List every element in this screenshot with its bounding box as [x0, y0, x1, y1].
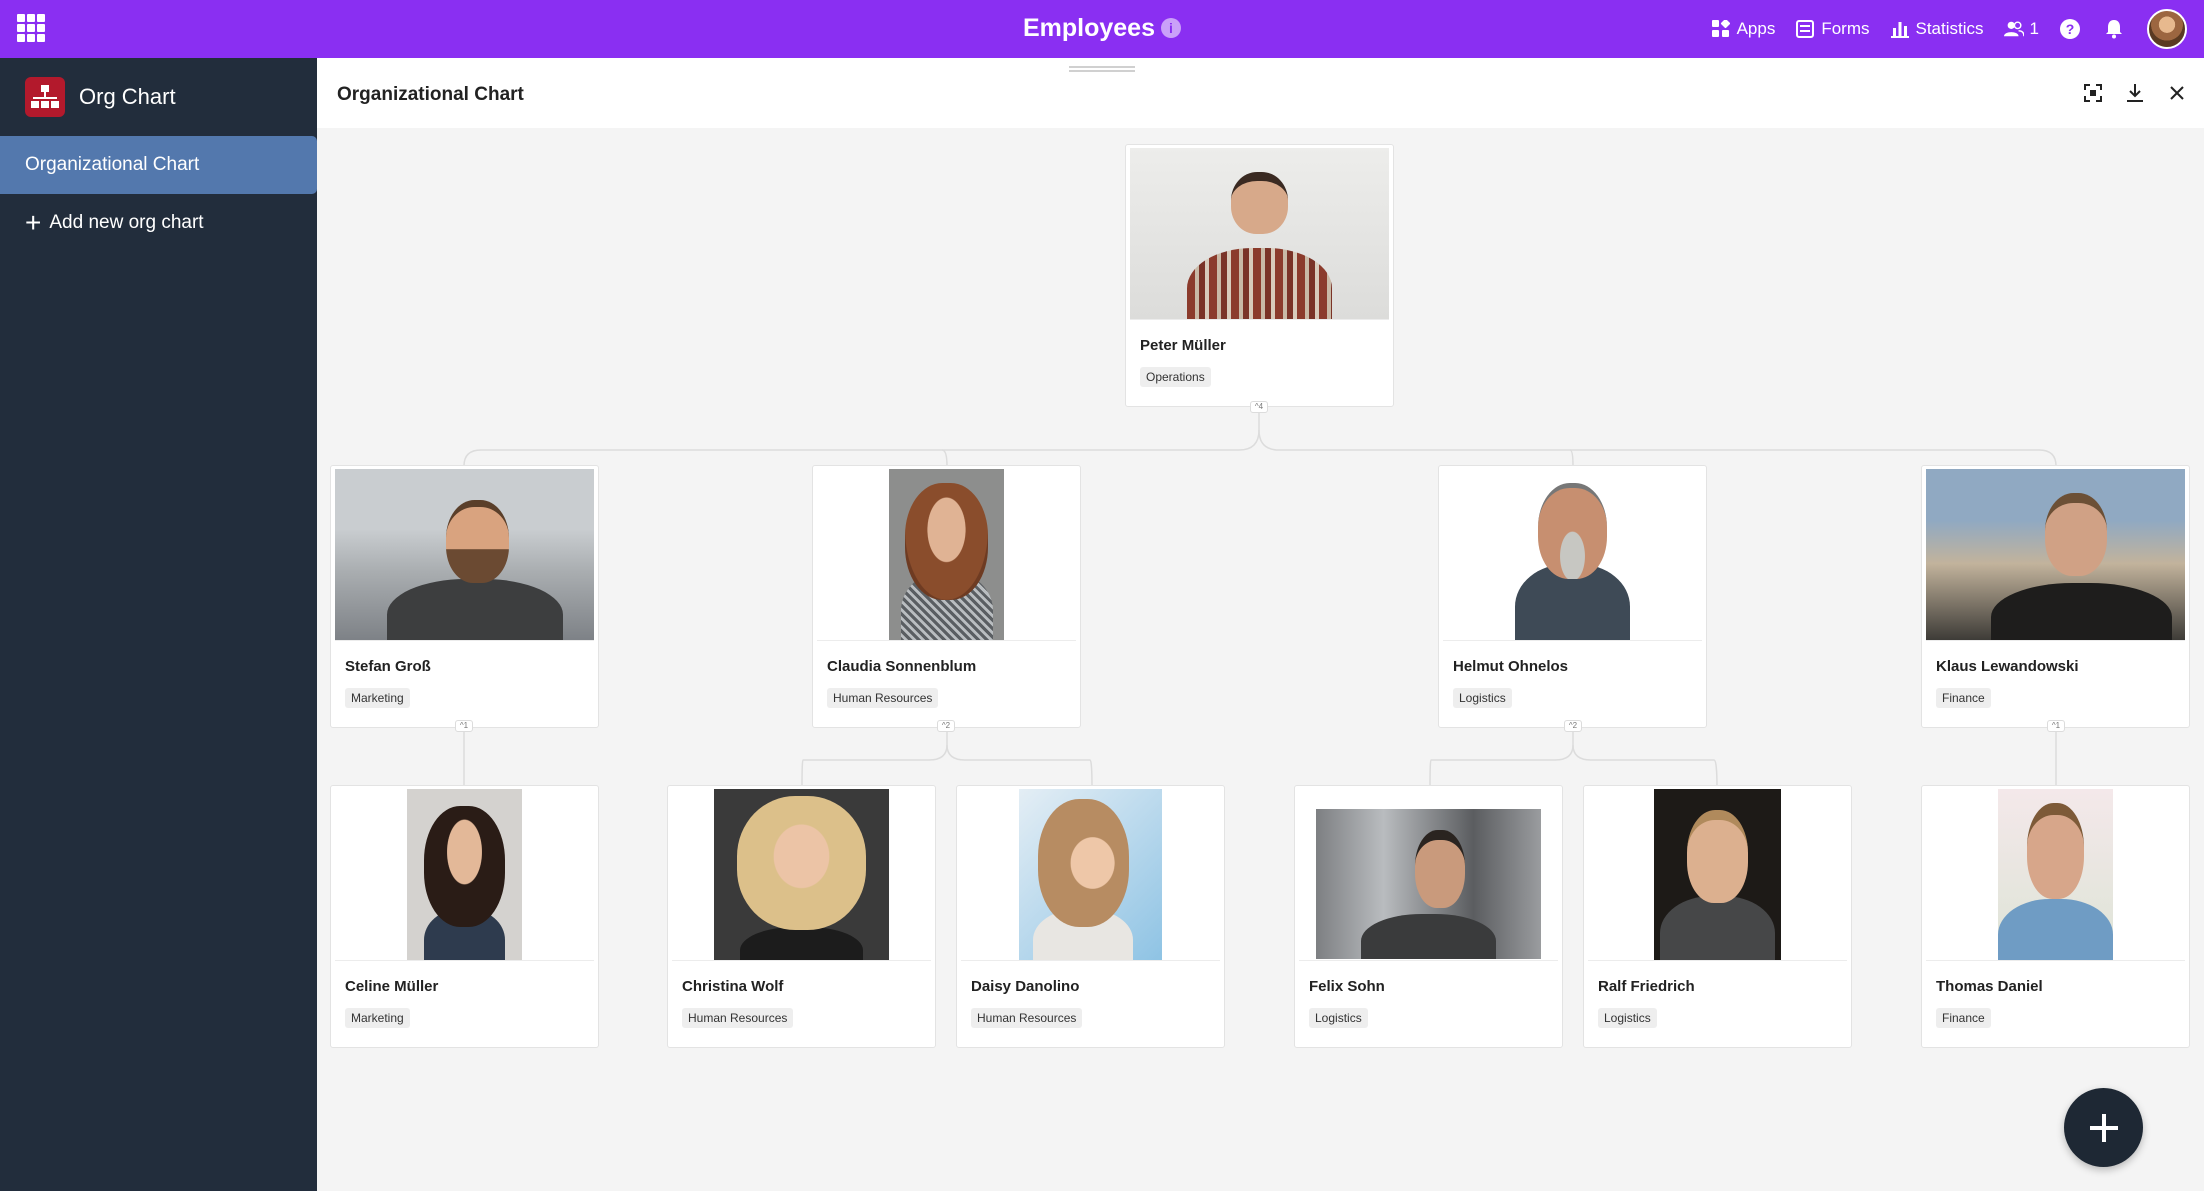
employee-name: Stefan Groß: [345, 658, 431, 675]
add-node-button[interactable]: [2064, 1088, 2143, 1167]
header-actions: [2082, 82, 2188, 104]
page-title: Organizational Chart: [337, 84, 524, 105]
children-count: ^2: [1568, 721, 1578, 730]
org-card[interactable]: Klaus Lewandowski Finance: [1921, 465, 2190, 728]
org-chart-logo-icon: [25, 77, 65, 117]
org-card[interactable]: Celine Müller Marketing: [330, 785, 599, 1048]
forms-icon: [1795, 19, 1815, 39]
sidebar-title: Org Chart: [79, 84, 176, 109]
employee-photo: [1130, 148, 1389, 320]
org-card[interactable]: Ralf Friedrich Logistics: [1583, 785, 1852, 1048]
main-header: Organizational Chart: [317, 58, 2204, 128]
apps-link[interactable]: Apps: [1711, 19, 1776, 39]
employee-name: Thomas Daniel: [1936, 978, 2043, 995]
apps-icon: [1711, 19, 1731, 39]
employee-name: Ralf Friedrich: [1598, 978, 1695, 995]
employee-name: Klaus Lewandowski: [1936, 658, 2079, 675]
employee-name: Christina Wolf: [682, 978, 784, 995]
users-icon: [2003, 19, 2024, 39]
employee-photo: [672, 789, 931, 961]
org-card[interactable]: Christina Wolf Human Resources: [667, 785, 936, 1048]
fit-to-screen-icon[interactable]: [2082, 82, 2104, 104]
org-card[interactable]: Felix Sohn Logistics: [1294, 785, 1563, 1048]
children-count: ^1: [2051, 721, 2061, 730]
department-badge: Logistics: [1309, 1008, 1368, 1028]
employee-photo: [1299, 789, 1558, 961]
employee-photo: [1443, 469, 1702, 641]
plus-icon: +: [25, 207, 42, 238]
org-card-root[interactable]: Peter Müller Operations: [1125, 144, 1394, 407]
users-link[interactable]: 1: [2003, 19, 2039, 39]
employee-name: Peter Müller: [1140, 337, 1226, 354]
children-count: ^2: [941, 721, 951, 730]
employee-name: Claudia Sonnenblum: [827, 658, 977, 675]
org-card[interactable]: Thomas Daniel Finance: [1921, 785, 2190, 1048]
add-org-chart-label: Add new org chart: [49, 212, 204, 233]
collapse-toggle[interactable]: ^4: [1250, 401, 1268, 413]
info-icon[interactable]: i: [1161, 18, 1181, 38]
top-bar: Employees i Apps Forms Statistics 1 ?: [0, 0, 2204, 58]
sidebar-header: Org Chart: [0, 58, 317, 136]
department-badge: Finance: [1936, 1008, 1991, 1028]
statistics-label: Statistics: [1915, 19, 1984, 38]
employee-photo: [1588, 789, 1847, 961]
collapse-toggle[interactable]: ^2: [937, 720, 955, 732]
department-badge: Operations: [1140, 367, 1211, 387]
employee-photo: [335, 469, 594, 641]
drag-handle[interactable]: [1069, 66, 1135, 72]
notifications-bell-icon[interactable]: [2103, 18, 2125, 40]
department-badge: Marketing: [345, 1008, 410, 1028]
org-card[interactable]: Stefan Groß Marketing: [330, 465, 599, 728]
employee-photo: [1926, 789, 2185, 961]
apps-label: Apps: [1736, 19, 1776, 38]
statistics-icon: [1890, 19, 1910, 39]
top-nav: Apps Forms Statistics 1 ?: [1711, 0, 2204, 58]
sidebar-item-organizational-chart[interactable]: Organizational Chart: [0, 136, 317, 194]
collapse-toggle[interactable]: ^1: [455, 720, 473, 732]
org-card[interactable]: Daisy Danolino Human Resources: [956, 785, 1225, 1048]
forms-link[interactable]: Forms: [1795, 19, 1870, 39]
forms-label: Forms: [1821, 19, 1870, 38]
department-badge: Marketing: [345, 688, 410, 708]
employee-photo: [961, 789, 1220, 961]
employee-photo: [1926, 469, 2185, 641]
add-org-chart-button[interactable]: + Add new org chart: [0, 194, 317, 252]
employee-name: Daisy Danolino: [971, 978, 1080, 995]
sidebar-item-label: Organizational Chart: [25, 154, 200, 175]
employee-name: Felix Sohn: [1309, 978, 1385, 995]
department-badge: Finance: [1936, 688, 1991, 708]
user-avatar[interactable]: [2147, 9, 2187, 49]
sidebar: Org Chart Organizational Chart + Add new…: [0, 58, 317, 1191]
employee-photo: [817, 469, 1076, 641]
children-count: ^4: [1254, 402, 1264, 411]
department-badge: Logistics: [1598, 1008, 1657, 1028]
department-badge: Human Resources: [682, 1008, 794, 1028]
close-icon[interactable]: [2166, 82, 2188, 104]
collapse-toggle[interactable]: ^2: [1564, 720, 1582, 732]
app-launcher-grid-icon[interactable]: [17, 14, 45, 42]
plus-icon: [2089, 1113, 2118, 1142]
employee-name: Celine Müller: [345, 978, 439, 995]
app-title: Employees: [1022, 14, 1155, 42]
org-card[interactable]: Claudia Sonnenblum Human Resources: [812, 465, 1081, 728]
department-badge: Human Resources: [971, 1008, 1083, 1028]
employee-photo: [335, 789, 594, 961]
employee-name: Helmut Ohnelos: [1453, 658, 1569, 675]
help-icon[interactable]: ?: [2059, 18, 2081, 40]
department-badge: Human Resources: [827, 688, 939, 708]
department-badge: Logistics: [1453, 688, 1512, 708]
statistics-link[interactable]: Statistics: [1890, 19, 1984, 39]
svg-text:?: ?: [2066, 21, 2075, 37]
collapse-toggle[interactable]: ^1: [2047, 720, 2065, 732]
org-card[interactable]: Helmut Ohnelos Logistics: [1438, 465, 1707, 728]
children-count: ^1: [459, 721, 469, 730]
org-chart-canvas[interactable]: Peter Müller Operations ^4 Stefan Groß M…: [317, 128, 2204, 1191]
download-icon[interactable]: [2124, 82, 2146, 104]
users-count: 1: [2029, 19, 2039, 38]
